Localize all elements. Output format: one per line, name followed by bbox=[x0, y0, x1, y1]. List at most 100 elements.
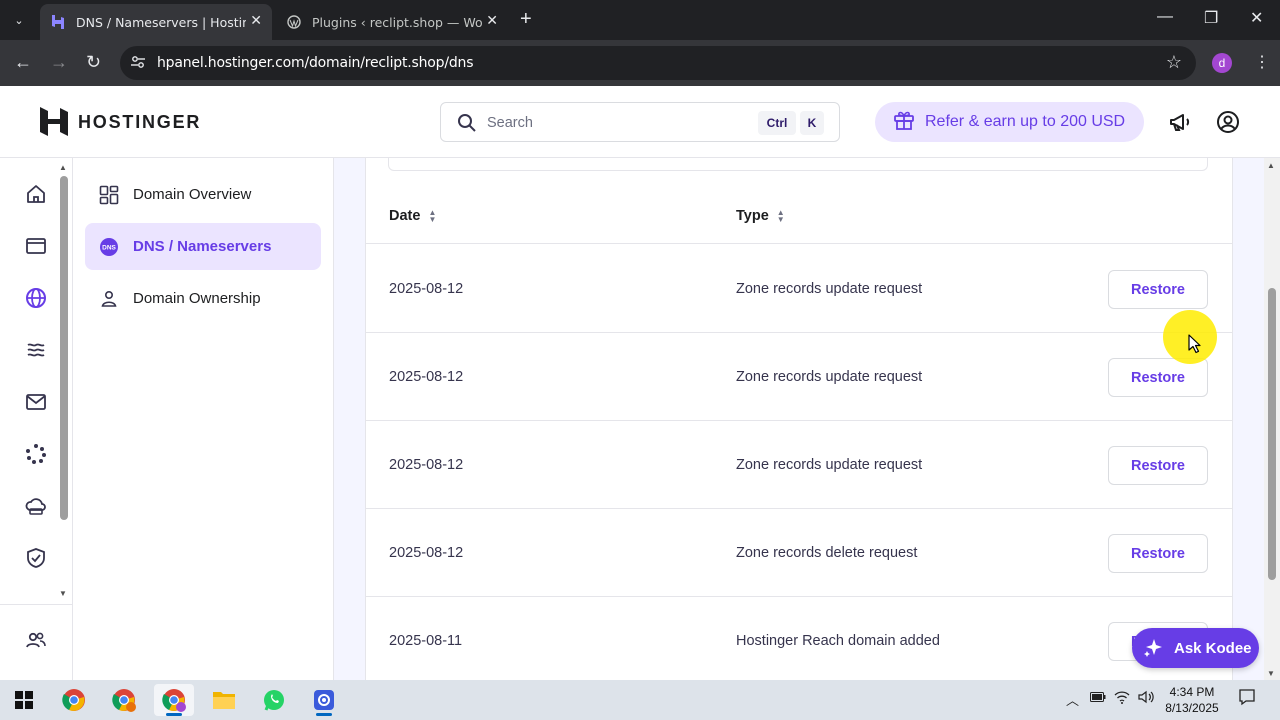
svg-text:DNS: DNS bbox=[102, 244, 116, 251]
restore-button[interactable]: Restore bbox=[1108, 534, 1208, 573]
kbd-k: K bbox=[800, 111, 824, 135]
scrollbar-thumb[interactable] bbox=[1268, 288, 1276, 580]
submenu-label: Domain Overview bbox=[133, 186, 252, 203]
team-icon[interactable] bbox=[24, 628, 48, 652]
windows-taskbar: ︿ 4:34 PM 8/13/2025 bbox=[0, 680, 1280, 720]
scroll-down-icon[interactable]: ▼ bbox=[1267, 669, 1275, 678]
profile-avatar[interactable]: d bbox=[1212, 53, 1232, 73]
row-date: 2025-08-12 bbox=[389, 457, 464, 473]
person-icon bbox=[99, 289, 119, 309]
row-date: 2025-08-11 bbox=[389, 633, 463, 649]
websites-icon[interactable] bbox=[24, 234, 48, 258]
back-icon[interactable]: ← bbox=[14, 52, 32, 72]
restore-button[interactable]: Restore bbox=[1108, 358, 1208, 397]
refer-earn-button[interactable]: Refer & earn up to 200 USD bbox=[875, 102, 1144, 142]
row-date: 2025-08-12 bbox=[389, 281, 464, 297]
chrome-icon[interactable] bbox=[54, 684, 94, 716]
chrome-profile-d-icon[interactable] bbox=[154, 684, 194, 716]
table-row: 2025-08-12 Zone records update request R… bbox=[366, 245, 1232, 333]
row-type: Hostinger Reach domain added bbox=[736, 633, 940, 649]
minimize-icon[interactable]: — bbox=[1157, 8, 1173, 26]
submenu-dns-nameservers[interactable]: DNS DNS / Nameservers bbox=[85, 223, 321, 270]
rail-scroll-down-icon[interactable]: ▼ bbox=[59, 589, 67, 598]
refer-label: Refer & earn up to 200 USD bbox=[925, 113, 1126, 130]
submenu-label: DNS / Nameservers bbox=[133, 238, 272, 255]
tab-plugins[interactable]: Plugins ‹ reclipt.shop — WordPress ✕ bbox=[276, 4, 508, 40]
reload-icon[interactable]: ↻ bbox=[86, 52, 101, 72]
mouse-cursor-icon bbox=[1188, 334, 1201, 354]
browser-tab-strip: ⌄ DNS / Nameservers | Hostinger ✕ Plugin… bbox=[0, 0, 1280, 40]
rail-scrollbar[interactable] bbox=[60, 176, 68, 520]
close-tab-icon[interactable]: ✕ bbox=[486, 13, 498, 29]
sort-icon: ▲ ▼ bbox=[776, 208, 785, 224]
column-label: Type bbox=[736, 208, 769, 224]
rail-scroll-up-icon[interactable]: ▲ bbox=[59, 163, 67, 172]
account-icon[interactable] bbox=[1216, 110, 1240, 139]
brand-name: HOSTINGER bbox=[78, 111, 202, 132]
dns-history-card: Date ▲ ▼ Type ▲ ▼ 2025-08-12 Zone records … bbox=[365, 158, 1233, 680]
wifi-icon[interactable] bbox=[1114, 690, 1130, 707]
search-icon bbox=[457, 113, 477, 138]
volume-icon[interactable] bbox=[1138, 690, 1154, 707]
forward-icon[interactable]: → bbox=[50, 52, 68, 72]
tab-dns-nameservers[interactable]: DNS / Nameservers | Hostinger ✕ bbox=[40, 4, 272, 40]
scroll-up-icon[interactable]: ▲ bbox=[1267, 161, 1275, 170]
column-header-date[interactable]: Date ▲ ▼ bbox=[389, 208, 436, 224]
search-placeholder: Search bbox=[487, 115, 533, 131]
gift-icon bbox=[893, 109, 915, 136]
site-settings-icon[interactable] bbox=[130, 54, 146, 75]
table-row: 2025-08-12 Zone records update request R… bbox=[366, 333, 1232, 421]
restore-button[interactable]: Restore bbox=[1108, 270, 1208, 309]
tab-title: DNS / Nameservers | Hostinger bbox=[76, 14, 246, 30]
ask-kodee-label: Ask Kodee bbox=[1174, 639, 1252, 657]
column-label: Date bbox=[389, 208, 421, 224]
domain-submenu: Domain Overview DNS DNS / Nameservers Do… bbox=[74, 158, 334, 680]
ask-kodee-button[interactable]: Ask Kodee bbox=[1132, 628, 1259, 668]
system-clock[interactable]: 4:34 PM 8/13/2025 bbox=[1156, 684, 1228, 716]
page-scrollbar[interactable]: ▲ ▼ bbox=[1264, 158, 1280, 680]
row-type: Zone records update request bbox=[736, 369, 923, 385]
submenu-domain-ownership[interactable]: Domain Ownership bbox=[85, 275, 321, 322]
cloud-icon[interactable] bbox=[24, 494, 48, 518]
restore-button[interactable]: Restore bbox=[1108, 446, 1208, 485]
search-input[interactable]: Search Ctrl K bbox=[440, 102, 840, 142]
clock-time: 4:34 PM bbox=[1169, 685, 1215, 699]
security-icon[interactable] bbox=[24, 546, 48, 570]
battery-icon[interactable] bbox=[1090, 690, 1106, 705]
megaphone-icon[interactable] bbox=[1168, 110, 1192, 139]
submenu-domain-overview[interactable]: Domain Overview bbox=[85, 171, 321, 218]
hosting-icon[interactable] bbox=[24, 338, 48, 362]
sparkle-icon bbox=[1144, 638, 1164, 658]
app-header: HOSTINGER Search Ctrl K Refer & earn up … bbox=[0, 86, 1280, 158]
windows-start-icon[interactable] bbox=[4, 684, 44, 716]
home-icon[interactable] bbox=[24, 182, 48, 206]
browser-menu-icon[interactable]: ⋮ bbox=[1254, 52, 1270, 72]
email-icon[interactable] bbox=[24, 390, 48, 414]
screen-recorder-icon[interactable] bbox=[304, 684, 344, 716]
notifications-icon[interactable] bbox=[1238, 688, 1256, 709]
close-window-icon[interactable]: ✕ bbox=[1250, 8, 1263, 28]
whatsapp-icon[interactable] bbox=[254, 684, 294, 716]
marketplace-icon[interactable] bbox=[24, 442, 48, 466]
hostinger-logo[interactable]: HOSTINGER bbox=[40, 107, 201, 137]
file-explorer-icon[interactable] bbox=[204, 684, 244, 716]
tray-chevron-icon[interactable]: ︿ bbox=[1066, 690, 1079, 709]
rail-divider bbox=[0, 604, 72, 605]
bookmark-star-icon[interactable]: ☆ bbox=[1166, 52, 1182, 73]
close-tab-icon[interactable]: ✕ bbox=[250, 13, 262, 29]
chrome-profile-n-icon[interactable] bbox=[104, 684, 144, 716]
clock-date: 8/13/2025 bbox=[1165, 701, 1219, 715]
tab-search-button[interactable]: ⌄ bbox=[6, 8, 32, 32]
address-bar[interactable]: hpanel.hostinger.com/domain/reclipt.shop… bbox=[120, 46, 1196, 80]
restore-window-icon[interactable]: ❐ bbox=[1204, 8, 1218, 28]
sort-icon: ▲ ▼ bbox=[428, 208, 437, 224]
column-header-type[interactable]: Type ▲ ▼ bbox=[736, 208, 785, 224]
wordpress-favicon-icon bbox=[286, 14, 302, 30]
new-tab-button[interactable]: + bbox=[520, 8, 532, 30]
domains-icon[interactable] bbox=[24, 286, 48, 310]
tab-title: Plugins ‹ reclipt.shop — WordPress bbox=[312, 14, 482, 30]
kbd-ctrl: Ctrl bbox=[758, 111, 796, 135]
submenu-label: Domain Ownership bbox=[133, 290, 261, 307]
hostinger-logo-icon bbox=[40, 107, 68, 136]
table-row: 2025-08-11 Hostinger Reach domain added … bbox=[366, 597, 1232, 680]
